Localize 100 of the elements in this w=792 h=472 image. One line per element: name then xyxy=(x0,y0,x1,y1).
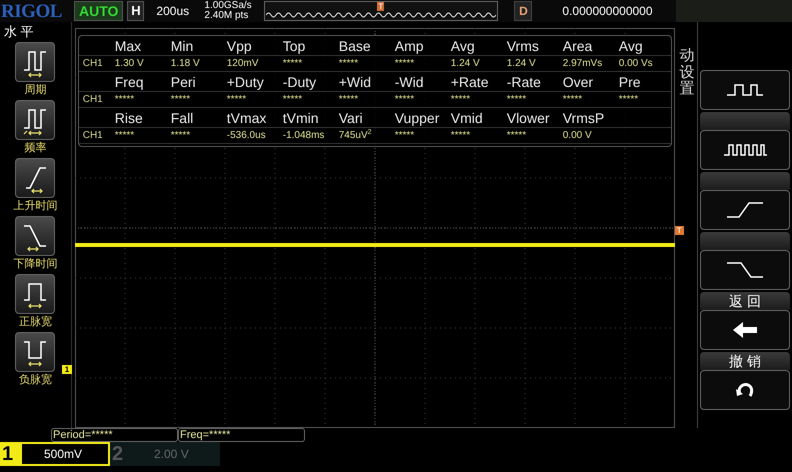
left-arrow-icon xyxy=(732,321,758,339)
measurement-value: ***** xyxy=(338,58,360,70)
measurement-value: ***** xyxy=(506,130,528,142)
timebase-value: 200us xyxy=(156,3,190,20)
menu-title: 水 平 xyxy=(3,24,34,40)
measurement-name: Vpp xyxy=(226,38,253,55)
measure-button[interactable] xyxy=(15,216,56,256)
measurement-value: -536.0us xyxy=(226,130,267,142)
measurement-name: +Rate xyxy=(450,74,490,91)
rising-edge-icon xyxy=(725,201,766,219)
softkey[interactable] xyxy=(700,130,790,170)
measurement-value: -1.048ms xyxy=(282,130,326,142)
timebase-badge: H xyxy=(127,1,144,21)
measurement-name: -Wid xyxy=(394,74,425,91)
channel-label: CH1 xyxy=(82,58,104,70)
measurement-value: ***** xyxy=(282,94,304,106)
measurement-name: Min xyxy=(170,38,194,55)
measurement-value: 0.00 V xyxy=(562,130,593,142)
measurement-value: ***** xyxy=(618,94,640,106)
measurement-name: Pre xyxy=(618,74,642,91)
measure-button[interactable] xyxy=(15,332,56,372)
measurement-name: Vrms xyxy=(506,38,540,55)
channel-label: CH1 xyxy=(82,94,104,106)
falling-edge-icon xyxy=(725,261,766,279)
measurement-value: ***** xyxy=(338,94,360,106)
measurement-name: -Duty xyxy=(282,74,318,91)
measurement-value: ***** xyxy=(394,130,416,142)
measurement-value: 745uV$^{2}$ xyxy=(338,130,373,142)
measurement-name: Rise xyxy=(114,110,144,127)
square-wave-icon xyxy=(725,83,766,97)
measurement-value: ***** xyxy=(506,94,528,106)
softkey[interactable] xyxy=(700,310,790,350)
measurement-name: tVmax xyxy=(226,110,268,127)
sample-rate: 1.00GSa/s xyxy=(204,1,253,11)
measurement-value: ***** xyxy=(170,130,192,142)
measure-button[interactable] xyxy=(15,274,56,314)
softkey[interactable] xyxy=(700,370,790,410)
brand-logo: RIGOL xyxy=(0,2,63,20)
measure-label: 频率 xyxy=(24,140,46,156)
measurement-value: ***** xyxy=(226,94,248,106)
measurement-name: Peri xyxy=(170,74,197,91)
menu-side-label: 动设置 xyxy=(679,48,694,98)
channel-tab[interactable]: 1 500mV xyxy=(0,442,110,466)
measure-button[interactable] xyxy=(15,158,56,198)
channel-scale: 2.00 V xyxy=(153,446,190,463)
channel-number: 2 xyxy=(112,443,124,465)
measurement-value: ***** xyxy=(450,130,472,142)
measurement-value: 1.18 V xyxy=(170,58,201,70)
measurement-name: VrmsP xyxy=(562,110,606,127)
measurement-name: +Wid xyxy=(338,74,372,91)
measurement-name: Amp xyxy=(394,38,425,55)
measurement-value: 1.24 V xyxy=(450,58,481,70)
measurement-value: ***** xyxy=(114,94,136,106)
measure-label: 正脉宽 xyxy=(18,314,52,330)
measurement-value: 0.00 Vs xyxy=(618,58,654,70)
measurement-value: ***** xyxy=(114,130,136,142)
measurement-name: Fall xyxy=(170,110,194,127)
measurement-value: 1.24 V xyxy=(506,58,537,70)
measurement-name: Area xyxy=(562,38,594,55)
measurement-name: Vupper xyxy=(394,110,440,127)
measurement-name: -Rate xyxy=(506,74,542,91)
softkey[interactable] xyxy=(700,70,790,110)
measurement-value: ***** xyxy=(394,58,416,70)
measure-label: 周期 xyxy=(24,83,46,98)
measure-label: 下降时间 xyxy=(13,257,58,272)
undo-icon xyxy=(735,382,756,398)
softkey-title: 返 回 xyxy=(700,292,790,310)
measurement-name: Top xyxy=(282,38,306,55)
measure-button[interactable] xyxy=(15,42,56,82)
measurement-value: 2.97mVs xyxy=(562,58,604,70)
measurement-value: 1.30 V xyxy=(114,58,145,70)
measurement-value: ***** xyxy=(394,94,416,106)
channel-marker: 1 xyxy=(62,365,72,374)
measurement-value: ***** xyxy=(282,58,304,70)
measure-label: 上升时间 xyxy=(13,199,58,214)
measurement-name: Vmid xyxy=(450,110,484,127)
memory-depth: 2.40M pts xyxy=(204,11,250,21)
measurement-name: Over xyxy=(562,74,594,91)
run-state-badge: AUTO xyxy=(74,1,124,21)
counter-readout: Period=***** xyxy=(51,428,178,442)
channel-number: 1 xyxy=(2,443,14,465)
measurement-value: ***** xyxy=(450,94,472,106)
softkey-title: 撤 销 xyxy=(700,352,790,370)
measurement-name: +Duty xyxy=(226,74,265,91)
measurement-value: 120mV xyxy=(226,58,260,70)
channel-scale: 500mV xyxy=(22,444,108,464)
measurement-name: Avg xyxy=(450,38,476,55)
measure-button[interactable] xyxy=(15,100,56,140)
channel-label: CH1 xyxy=(82,130,104,142)
delay-badge: D xyxy=(514,1,532,21)
measurement-value: ***** xyxy=(562,94,584,106)
measurement-name: Vlower xyxy=(506,110,551,127)
measurement-name: tVmin xyxy=(282,110,320,127)
pulse-wave-icon xyxy=(722,143,768,157)
measurement-name: Avg xyxy=(618,38,644,55)
delay-value: 0.000000000000 xyxy=(562,3,654,20)
measurement-name: Vari xyxy=(338,110,364,127)
measurement-name: Freq xyxy=(114,74,145,91)
measurement-value: ***** xyxy=(170,94,192,106)
counter-readout: Freq=***** xyxy=(178,428,305,442)
